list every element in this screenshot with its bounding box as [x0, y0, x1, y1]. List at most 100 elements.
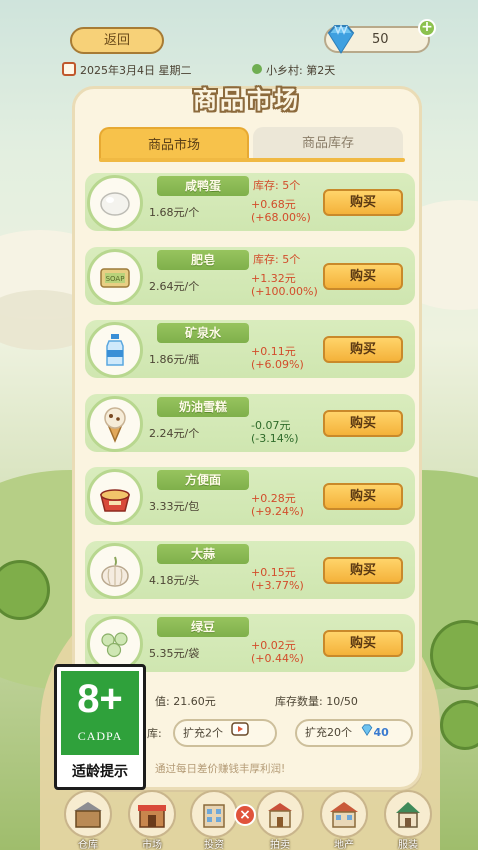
panel-title: 商品市场	[193, 86, 301, 114]
market-icon	[128, 790, 176, 838]
goods-name: 绿豆	[157, 617, 249, 637]
town-text: 小乡村: 第2天	[266, 64, 336, 77]
change-percent: (+6.09%)	[251, 358, 304, 371]
buy-button[interactable]: 购买	[323, 262, 403, 290]
invest-icon	[190, 790, 238, 838]
close-button[interactable]: ×	[234, 804, 256, 826]
buy-button[interactable]: 购买	[323, 336, 403, 363]
stock-count: 库存数量: 10/50	[275, 695, 358, 708]
goods-row-salted-egg: 咸鸭蛋 1.68元/个 库存: 5个 +0.68元 (+68.00%) 购买	[85, 173, 415, 231]
age-rating-badge: 8+ CADPA 适龄提示	[54, 664, 146, 790]
change-percent: (-3.14%)	[251, 431, 299, 445]
goods-change: +0.28元 (+9.24%)	[251, 492, 304, 518]
total-value: 值: 21.60元	[155, 695, 216, 708]
buy-button[interactable]: 购买	[323, 630, 403, 657]
goods-price: 3.33元/包	[149, 500, 200, 513]
tab-inventory[interactable]: 商品库存	[253, 127, 403, 160]
nav-clothing[interactable]: 服装	[382, 790, 434, 850]
change-percent: (+3.77%)	[251, 578, 304, 592]
nav-auction[interactable]: 拍卖	[254, 790, 306, 850]
add-gems-button[interactable]: +	[418, 19, 436, 37]
change-amount: +0.15元	[251, 565, 296, 579]
buy-button[interactable]: 购买	[323, 483, 403, 510]
goods-list: 咸鸭蛋 1.68元/个 库存: 5个 +0.68元 (+68.00%) 购买 SO…	[85, 173, 415, 688]
goods-price: 5.35元/袋	[149, 647, 200, 660]
gem-counter: 50 +	[324, 19, 436, 54]
goods-change: +0.11元 (+6.09%)	[251, 345, 304, 371]
goods-stock: 库存: 5个	[253, 252, 301, 266]
goods-row-soap: SOAP 肥皂 2.64元/个 库存: 5个 +1.32元 (+100.00%) …	[85, 246, 415, 305]
change-amount: +0.68元	[251, 198, 296, 211]
gem-count: 50	[372, 32, 389, 47]
goods-change: +1.32元 (+100.00%)	[251, 272, 318, 298]
ad-video-icon	[230, 721, 249, 746]
date-display: 2025年3月4日 星期二	[62, 62, 192, 78]
change-percent: (+9.24%)	[251, 505, 304, 518]
goods-price: 1.86元/瓶	[149, 353, 200, 366]
expand-2-button[interactable]: 扩充2个	[173, 719, 277, 747]
soap-icon: SOAP	[87, 248, 143, 305]
clothing-icon	[384, 790, 432, 838]
garlic-icon	[87, 542, 143, 599]
age-rating-number: 8+	[77, 677, 123, 721]
location-icon	[252, 64, 262, 74]
nav-label: 仓库	[78, 840, 98, 850]
goods-name: 矿泉水	[157, 323, 249, 343]
ice-cream-icon	[87, 395, 143, 452]
nav-label: 拍卖	[270, 840, 290, 850]
change-amount: +0.02元	[251, 639, 296, 652]
property-icon	[320, 790, 368, 838]
diamond-icon	[324, 24, 358, 58]
auction-icon	[256, 790, 304, 838]
goods-change: +0.15元 (+3.77%)	[251, 566, 304, 592]
age-rating-tip: 适龄提示	[72, 764, 128, 780]
goods-name: 方便面	[157, 470, 249, 490]
goods-price: 4.18元/头	[149, 573, 200, 587]
change-percent: (+68.00%)	[251, 211, 311, 224]
goods-row-water: 矿泉水 1.86元/瓶 +0.11元 (+6.09%) 购买	[85, 320, 415, 378]
age-rating-logo: 8+ CADPA	[61, 671, 139, 755]
nav-market[interactable]: 市场	[126, 790, 178, 850]
change-amount: +0.28元	[251, 492, 296, 505]
water-bottle-icon	[87, 322, 143, 378]
goods-name: 肥皂	[157, 249, 249, 270]
goods-row-garlic: 大蒜 4.18元/头 +0.15元 (+3.77%) 购买	[85, 540, 415, 599]
goods-change: -0.07元 (-3.14%)	[251, 419, 299, 445]
diamond-icon	[360, 721, 374, 745]
expand-20-label: 扩充20个	[305, 726, 352, 739]
change-amount: +0.11元	[251, 345, 296, 358]
change-amount: +1.32元	[251, 271, 296, 285]
goods-row-ice-cream: 奶油雪糕 2.24元/个 -0.07元 (-3.14%) 购买	[85, 393, 415, 452]
tab-market[interactable]: 商品市场	[99, 127, 249, 160]
instant-noodles-icon	[87, 469, 143, 525]
hint-text: 通过每日差价赚钱丰厚利润!	[155, 763, 286, 775]
change-percent: (+0.44%)	[251, 652, 304, 665]
calendar-icon	[62, 62, 76, 76]
nav-label: 服装	[398, 840, 418, 850]
nav-invest[interactable]: 投资	[188, 790, 240, 850]
warehouse-label: 库:	[147, 727, 162, 740]
expand-20-cost: 40	[373, 726, 389, 739]
tab-bar: 商品市场 商品库存	[99, 127, 405, 162]
goods-name: 奶油雪糕	[157, 396, 249, 417]
nav-label: 地产	[334, 840, 354, 850]
nav-warehouse[interactable]: 仓库	[62, 790, 114, 850]
buy-button[interactable]: 购买	[323, 189, 403, 216]
goods-row-noodles: 方便面 3.33元/包 +0.28元 (+9.24%) 购买	[85, 467, 415, 525]
date-text: 2025年3月4日 星期二	[80, 64, 192, 77]
buy-button[interactable]: 购买	[323, 409, 403, 437]
change-amount: -0.07元	[251, 418, 291, 432]
expand-row: 库: 扩充2个 扩充20个 40	[135, 719, 425, 747]
age-rating-org: CADPA	[77, 729, 123, 743]
warehouse-icon	[64, 790, 112, 838]
nav-property[interactable]: 地产	[318, 790, 370, 850]
change-percent: (+100.00%)	[251, 284, 318, 298]
back-button[interactable]: 返回	[70, 27, 164, 54]
goods-stock: 库存: 5个	[253, 179, 301, 192]
goods-name: 大蒜	[157, 543, 249, 564]
svg-text:SOAP: SOAP	[106, 275, 125, 283]
town-display: 小乡村: 第2天	[252, 62, 335, 78]
buy-button[interactable]: 购买	[323, 556, 403, 584]
expand-20-button[interactable]: 扩充20个 40	[295, 719, 413, 747]
goods-name: 咸鸭蛋	[157, 176, 249, 196]
